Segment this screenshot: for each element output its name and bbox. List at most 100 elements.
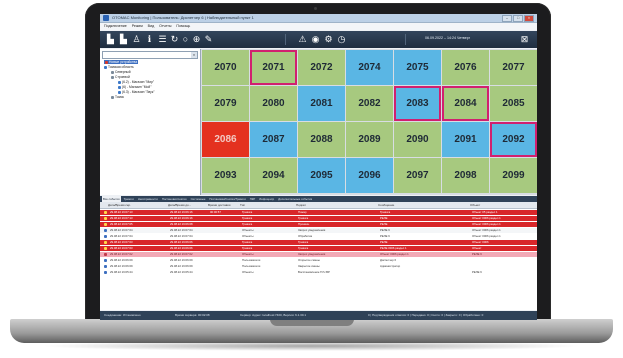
device-cell[interactable]: 2075 [394, 50, 441, 85]
tree-node-icon [118, 85, 121, 89]
toolbar: ▙ ▙ ♙ ℹ ☰ ↻ ○ ⊕ ✎ ⚠ ◉ ⚙ ◷ 06.09.2022 – 1… [100, 31, 537, 48]
device-cell[interactable]: 2099 [490, 158, 537, 193]
device-cell[interactable]: 2093 [202, 158, 249, 193]
device-cell[interactable]: 2096 [346, 158, 393, 193]
tree-item[interactable]: Новые устройства [104, 60, 139, 64]
search-icon[interactable]: ○ [181, 34, 190, 45]
menu-view[interactable]: Вид [148, 23, 155, 30]
device-cell[interactable]: 2081 [298, 86, 345, 121]
device-cell[interactable]: 2086 [202, 122, 249, 157]
device-cell[interactable]: 2079 [202, 86, 249, 121]
eye-icon[interactable]: ◉ [311, 34, 320, 45]
device-cell[interactable]: 2074 [346, 50, 393, 85]
object-tree: ▾ Новые устройства Томская область Северны… [100, 49, 201, 195]
device-cell[interactable]: 2076 [442, 50, 489, 85]
table-row[interactable]: 29.08.22 16:07:03 29.08.22 16:06:06 Тревог… [100, 246, 537, 251]
table-row[interactable]: 29.08.22 16:07:13 29.08.22 16:06:16 00:00:… [100, 210, 537, 215]
device-cell[interactable]: 2097 [394, 158, 441, 193]
menu-connection[interactable]: Подключение [104, 23, 127, 30]
log-column-header[interactable]: Тип [240, 203, 245, 207]
log-column-header[interactable]: Дата/Время до... [168, 203, 191, 207]
close-button[interactable]: × [524, 15, 534, 22]
tree-item-label: Томск [115, 95, 124, 99]
device-cell[interactable]: 2088 [298, 122, 345, 157]
tree-item[interactable]: Северный [111, 70, 131, 74]
menu-reports[interactable]: Отчеты [159, 23, 171, 30]
table-cell: Объект 0006 раздел 1 [472, 216, 501, 220]
table-cell: Тревога [242, 222, 253, 226]
wrench-icon[interactable]: ✎ [204, 34, 213, 45]
table-cell: Объект 0006 раздел 1 [380, 252, 409, 256]
device-cell[interactable]: 2080 [250, 86, 297, 121]
device-cell[interactable]: 2091 [442, 122, 489, 157]
device-cell[interactable]: 2095 [298, 158, 345, 193]
zoom-icon[interactable]: ⊕ [192, 34, 201, 45]
chevron-down-icon[interactable]: ▾ [191, 52, 197, 58]
info-icon[interactable]: ℹ [145, 34, 154, 45]
tree-item-label: Томская область [108, 65, 134, 69]
menu-mode[interactable]: Режим [132, 23, 143, 30]
warning-icon[interactable]: ⚠ [298, 34, 307, 45]
refresh-icon[interactable]: ↻ [170, 34, 179, 45]
table-row[interactable]: 29.08.22 16:07:03 29.08.22 16:06:06 Тревог… [100, 240, 537, 245]
table-row[interactable]: 29.08.22 16:07:04 29.08.22 16:07:04 Объект… [100, 228, 537, 233]
device-cell[interactable]: 2098 [442, 158, 489, 193]
log-column-header[interactable]: Сообщение [378, 203, 394, 207]
tree-item[interactable]: Томская область [104, 65, 134, 69]
table-cell: 29.08.22 16:07:13 [110, 210, 133, 214]
tree-item[interactable]: Строевой [111, 75, 130, 79]
device-cell[interactable]: 2071 [250, 50, 297, 85]
laptop-notch [270, 319, 354, 326]
menu-help[interactable]: Помощь [176, 23, 190, 30]
device-cell[interactable]: 2085 [490, 86, 537, 121]
log-column-header[interactable]: Время доставки [208, 203, 230, 207]
device-cell[interactable]: 2084 [442, 86, 489, 121]
panel-icon[interactable]: ▙ [106, 34, 115, 45]
tree-item[interactable]: (6) - Магазин "Мой" [118, 85, 151, 89]
panel-icon[interactable]: ▙ [119, 34, 128, 45]
table-cell: 29.08.22 16:06:16 [170, 216, 193, 220]
table-cell: Тревога [298, 246, 309, 250]
table-row[interactable]: 29.08.22 16:07:04 29.08.22 16:07:04 Объект… [100, 234, 537, 239]
list-icon[interactable]: ☰ [158, 34, 167, 45]
device-cell[interactable]: 2082 [346, 86, 393, 121]
close-panel-icon[interactable]: ⊠ [520, 34, 529, 45]
tree-item[interactable]: Томск [111, 95, 124, 99]
device-cell[interactable]: 2089 [346, 122, 393, 157]
device-cell[interactable]: 2077 [490, 50, 537, 85]
clock-icon[interactable]: ◷ [337, 34, 346, 45]
user-icon[interactable]: ♙ [132, 34, 141, 45]
table-cell: Тревога [298, 240, 309, 244]
tree-node-icon [111, 75, 114, 79]
log-column-header[interactable]: Дата/Время сер. [108, 203, 131, 207]
table-row[interactable]: 29.08.22 16:07:13 29.08.22 16:06:16 Тревог… [100, 216, 537, 221]
table-row[interactable]: 29.08.22 16:06:09 29.08.22 16:06:09 Пользо… [100, 258, 537, 263]
tree-item-label: Северный [115, 70, 131, 74]
device-cell[interactable]: 2083 [394, 86, 441, 121]
settings-icon[interactable]: ⚙ [324, 34, 333, 45]
device-cell[interactable]: 2092 [490, 122, 537, 157]
log-column-header[interactable]: Подкат [296, 203, 306, 207]
table-row[interactable]: 29.08.22 16:05:24 29.08.22 16:05:24 Объект… [100, 270, 537, 275]
maximize-button[interactable]: □ [513, 15, 523, 22]
minimize-button[interactable]: – [502, 15, 512, 22]
table-row[interactable]: 29.08.22 16:06:09 29.08.22 16:06:09 Пользо… [100, 264, 537, 269]
device-cell[interactable]: 2087 [250, 122, 297, 157]
device-cell[interactable]: 2094 [250, 158, 297, 193]
log-column-header[interactable]: Объект [470, 203, 480, 207]
device-cell[interactable]: 2072 [298, 50, 345, 85]
event-type-icon [104, 253, 107, 256]
table-row[interactable]: 29.08.22 16:07:05 29.08.22 16:06:08 Тревог… [100, 222, 537, 227]
window-title: OTOMAC Monitoring | Пользователь: Диспет… [112, 15, 254, 20]
table-row[interactable]: 29.08.22 16:07:02 29.08.22 16:07:02 Объект… [100, 252, 537, 257]
device-cell[interactable]: 2070 [202, 50, 249, 85]
table-cell: Тревога [380, 210, 391, 214]
tree-node-icon [111, 70, 114, 74]
tree-filter-select[interactable]: ▾ [102, 51, 198, 59]
tree-item[interactable]: (6.2) - Магазин "Мир" [118, 80, 154, 84]
table-cell: РЕЛЕ 6 [380, 228, 390, 232]
tree-item[interactable]: (6.3) - Магазин "Звук" [118, 90, 154, 94]
device-cell[interactable]: 2090 [394, 122, 441, 157]
window-titlebar[interactable]: OTOMAC Monitoring | Пользователь: Диспет… [100, 14, 537, 23]
table-cell: 29.08.22 16:05:24 [170, 270, 193, 274]
